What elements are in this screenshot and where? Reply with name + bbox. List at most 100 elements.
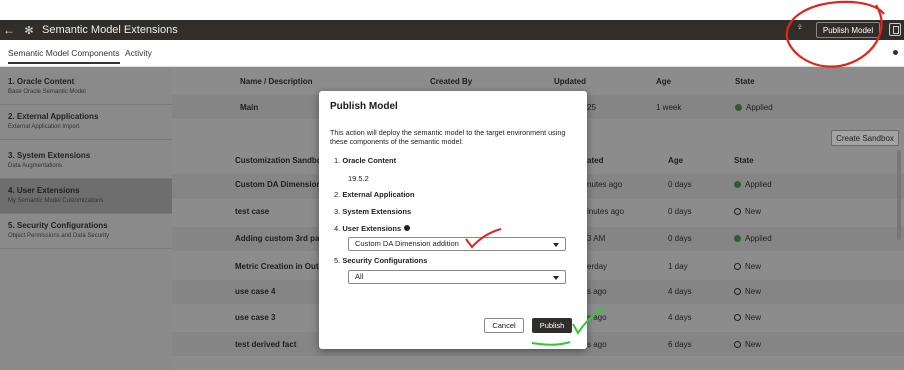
sidebar-item-user-extensions[interactable]: 4. User Extensions My Semantic Model Cus… bbox=[0, 179, 172, 214]
chevron-down-icon bbox=[553, 243, 559, 247]
main-row-state-text: Applied bbox=[746, 103, 773, 112]
component-oracle-content: 1. Oracle Content bbox=[334, 156, 396, 165]
component-external-application: 2. External Application bbox=[334, 190, 415, 199]
table-cell-age: 1 day bbox=[668, 262, 688, 271]
applied-check-icon bbox=[735, 104, 742, 111]
table-cell-name: use case 4 bbox=[235, 287, 276, 296]
table-cell-name: Metric Creation in Out bbox=[235, 262, 319, 271]
publish-model-button[interactable]: Publish Model bbox=[816, 22, 880, 38]
table-cell-name: Custom DA Dimension bbox=[235, 180, 322, 189]
table-cell-state-text: New bbox=[745, 287, 762, 296]
user-extensions-select-value: Custom DA Dimension addition bbox=[355, 239, 459, 248]
new-status-icon bbox=[734, 288, 741, 295]
security-configurations-select[interactable]: All bbox=[348, 270, 566, 284]
table-cell-state-text: New bbox=[745, 313, 762, 322]
publish-model-dialog: Publish Model This action will deploy th… bbox=[319, 91, 587, 349]
page: ← ✻ Semantic Model Extensions ♀ Publish … bbox=[0, 0, 904, 370]
component-number: 3. bbox=[334, 207, 341, 216]
table-cell-state: New bbox=[734, 340, 761, 349]
component-label: Security Configurations bbox=[342, 256, 428, 265]
table-cell-updated: s ago bbox=[587, 340, 607, 349]
back-arrow-icon[interactable]: ← bbox=[0, 23, 18, 37]
applied-check-icon bbox=[734, 235, 741, 242]
table-cell-state: New bbox=[734, 262, 761, 271]
tab-semantic-model-components[interactable]: Semantic Model Components bbox=[8, 48, 120, 64]
component-number: 2. bbox=[334, 190, 341, 199]
sidebar-item-system-extensions[interactable]: 3. System Extensions Data Augmentations bbox=[0, 144, 172, 179]
table-cell-updated: 3 AM bbox=[587, 234, 606, 243]
table-cell-state: New bbox=[734, 207, 761, 216]
table-cell-state-text: Applied bbox=[745, 234, 772, 243]
col-header-sandbox-name: Customization Sandbo bbox=[235, 156, 322, 165]
table-cell-updated: erday bbox=[587, 262, 608, 271]
table-cell-age: 0 days bbox=[668, 207, 692, 216]
component-user-extensions: 4. User Extensions bbox=[334, 224, 411, 233]
table-cell-state: Applied bbox=[734, 180, 772, 189]
sidebar-item-external-applications[interactable]: 2. External Applications External Applic… bbox=[0, 105, 172, 140]
dialog-title: Publish Model bbox=[330, 101, 398, 112]
side-panel-icon[interactable] bbox=[889, 23, 901, 36]
sidebar-item-oracle-content[interactable]: 1. Oracle Content Base Oracle Semantic M… bbox=[0, 70, 172, 105]
sidebar: 1. Oracle Content Base Oracle Semantic M… bbox=[0, 67, 172, 370]
table-cell-name: test case bbox=[235, 207, 270, 216]
oracle-content-version: 19.5.2 bbox=[348, 174, 369, 183]
component-label: External Application bbox=[342, 190, 415, 199]
table-cell-name: use case 3 bbox=[235, 313, 276, 322]
sidebar-item-title: 1. Oracle Content bbox=[8, 77, 75, 86]
component-label: System Extensions bbox=[342, 207, 412, 216]
table-cell-age: 4 days bbox=[668, 287, 692, 296]
publish-button[interactable]: Publish bbox=[532, 318, 572, 333]
main-row-updated: 25 bbox=[587, 103, 596, 112]
table-cell-state: New bbox=[734, 313, 761, 322]
col-header-sandbox-state: State bbox=[734, 156, 754, 165]
sidebar-item-security-configurations[interactable]: 5. Security Configurations Object Permis… bbox=[0, 214, 172, 249]
table-cell-name: test derived fact bbox=[235, 340, 297, 349]
create-sandbox-button[interactable]: Create Sandbox bbox=[831, 130, 899, 146]
table-cell-state: New bbox=[734, 287, 761, 296]
table-cell-updated: s ago bbox=[587, 313, 607, 322]
component-number: 4. bbox=[334, 224, 341, 233]
component-security-configurations: 5. Security Configurations bbox=[334, 256, 427, 265]
new-status-icon bbox=[734, 263, 741, 270]
notification-bell-icon[interactable]: ♀ bbox=[796, 22, 804, 33]
sidebar-item-title: 5. Security Configurations bbox=[8, 221, 108, 230]
component-label: User Extensions bbox=[342, 224, 402, 233]
table-cell-age: 0 days bbox=[668, 234, 692, 243]
sidebar-item-title: 2. External Applications bbox=[8, 112, 99, 121]
new-status-icon bbox=[734, 208, 741, 215]
main-row-state: Applied bbox=[735, 103, 773, 112]
component-number: 1. bbox=[334, 156, 341, 165]
chevron-down-icon bbox=[553, 276, 559, 280]
top-bar: ← ✻ Semantic Model Extensions ♀ Publish … bbox=[0, 20, 904, 40]
sidebar-item-subtitle: Data Augmentations bbox=[8, 163, 63, 169]
main-row-age: 1 week bbox=[656, 103, 682, 112]
table-cell-age: 4 days bbox=[668, 313, 692, 322]
model-logo-icon: ✻ bbox=[24, 24, 34, 37]
table-cell-state: Applied bbox=[734, 234, 772, 243]
table-cell-state-text: Applied bbox=[745, 180, 772, 189]
info-icon[interactable] bbox=[404, 225, 411, 231]
sidebar-item-subtitle: External Application Import bbox=[8, 124, 80, 130]
app-title: Semantic Model Extensions bbox=[42, 24, 178, 36]
component-system-extensions: 3. System Extensions bbox=[334, 207, 411, 216]
user-extensions-select[interactable]: Custom DA Dimension addition bbox=[348, 237, 566, 251]
sidebar-item-subtitle: Object Permissions and Data Security bbox=[8, 233, 110, 239]
col-header-updated: Updated bbox=[554, 77, 586, 86]
table-cell-name: Adding custom 3rd par bbox=[235, 234, 323, 243]
new-status-icon bbox=[734, 341, 741, 348]
new-status-icon bbox=[734, 314, 741, 321]
table-cell-state-text: New bbox=[745, 262, 762, 271]
table-cell-updated: inutes ago bbox=[587, 207, 624, 216]
table-cell-updated: s ago bbox=[587, 287, 607, 296]
sidebar-item-title: 4. User Extensions bbox=[8, 186, 80, 195]
more-options-icon[interactable] bbox=[893, 50, 898, 55]
table-cell-age: 6 days bbox=[668, 340, 692, 349]
cancel-button[interactable]: Cancel bbox=[484, 318, 524, 333]
sidebar-item-subtitle: My Semantic Model Customizations bbox=[8, 198, 104, 204]
table-cell-age: 0 days bbox=[668, 180, 692, 189]
table-cell-updated: nutes ago bbox=[587, 180, 623, 189]
scrollbar[interactable] bbox=[897, 150, 901, 240]
col-header-sandbox-age: Age bbox=[668, 156, 684, 165]
tab-activity[interactable]: Activity bbox=[125, 48, 152, 58]
col-header-age: Age bbox=[656, 77, 672, 86]
